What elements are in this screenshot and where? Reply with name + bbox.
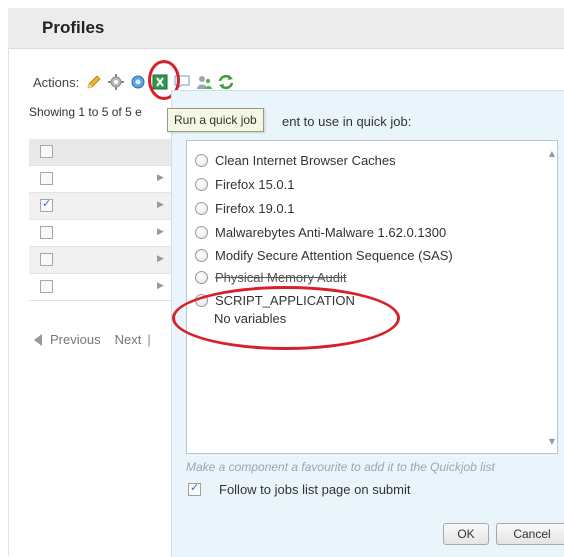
quick-job-dialog: ent to use in quick job: ▲ Clean Interne… — [171, 90, 564, 557]
ok-button[interactable]: OK — [443, 523, 489, 545]
radio-button[interactable] — [195, 177, 208, 191]
records-count: Showing 1 to 5 of 5 e — [29, 105, 142, 119]
radio-button[interactable] — [195, 270, 208, 284]
refresh-icon[interactable] — [217, 73, 235, 91]
expand-arrow-icon[interactable]: ▶ — [157, 200, 164, 210]
expand-arrow-icon[interactable]: ▶ — [157, 173, 164, 183]
tooltip: Run a quick job — [167, 108, 264, 132]
dialog-instruction: ent to use in quick job: — [282, 114, 412, 129]
component-option[interactable]: Clean Internet Browser Caches — [195, 150, 396, 170]
gear-icon[interactable] — [107, 73, 125, 91]
actions-toolbar: Actions: — [33, 72, 239, 92]
pagination: Previous Next | — [34, 332, 151, 347]
row-checkbox[interactable] — [40, 280, 53, 293]
users-icon[interactable] — [195, 73, 213, 91]
row-checkbox[interactable] — [40, 197, 53, 212]
table-row[interactable]: ▶ — [29, 193, 177, 220]
favourite-hint: Make a component a favourite to add it t… — [186, 460, 495, 474]
expand-arrow-icon[interactable]: ▶ — [157, 281, 164, 291]
quick-job-icon[interactable] — [129, 73, 147, 91]
table-row[interactable]: ▶ — [29, 220, 177, 247]
scroll-up-icon[interactable]: ▲ — [549, 149, 555, 158]
component-option[interactable]: Modify Secure Attention Sequence (SAS) — [195, 245, 453, 265]
follow-option[interactable]: Follow to jobs list page on submit — [188, 481, 411, 497]
cancel-button[interactable]: Cancel — [496, 523, 564, 545]
actions-label: Actions: — [33, 74, 80, 90]
next-link[interactable]: Next — [115, 332, 142, 347]
table-row[interactable]: ▶ — [29, 274, 177, 301]
table-row[interactable]: ▶ — [29, 247, 177, 274]
row-checkbox[interactable] — [40, 226, 53, 239]
scroll-down-icon[interactable]: ▼ — [549, 437, 555, 446]
page-header: Profiles — [8, 8, 564, 49]
expand-arrow-icon[interactable]: ▶ — [157, 227, 164, 237]
pager-separator: | — [147, 332, 151, 347]
select-all-checkbox[interactable] — [40, 145, 53, 158]
profiles-grid: ▶ ▶ ▶ ▶ ▶ — [29, 139, 177, 301]
annotation-ellipse — [172, 286, 400, 350]
expand-arrow-icon[interactable]: ▶ — [157, 254, 164, 264]
radio-button[interactable] — [195, 153, 208, 167]
page-title: Profiles — [42, 18, 105, 37]
previous-link[interactable]: Previous — [50, 332, 101, 347]
grid-header-row — [29, 139, 177, 166]
follow-label: Follow to jobs list page on submit — [219, 482, 411, 497]
panel-border — [8, 48, 9, 556]
pencil-icon[interactable] — [85, 73, 103, 91]
previous-arrow-icon[interactable] — [34, 333, 42, 346]
radio-button[interactable] — [195, 248, 208, 262]
table-row[interactable]: ▶ — [29, 166, 177, 193]
component-option[interactable]: Firefox 15.0.1 — [195, 174, 295, 194]
component-option[interactable]: Physical Memory Audit — [195, 267, 347, 287]
radio-button[interactable] — [195, 225, 208, 239]
component-option[interactable]: Firefox 19.0.1 — [195, 198, 295, 218]
row-checkbox[interactable] — [40, 253, 53, 266]
radio-button[interactable] — [195, 201, 208, 215]
follow-checkbox[interactable] — [188, 481, 201, 496]
component-option[interactable]: Malwarebytes Anti-Malware 1.62.0.1300 — [195, 222, 446, 242]
row-checkbox[interactable] — [40, 172, 53, 185]
